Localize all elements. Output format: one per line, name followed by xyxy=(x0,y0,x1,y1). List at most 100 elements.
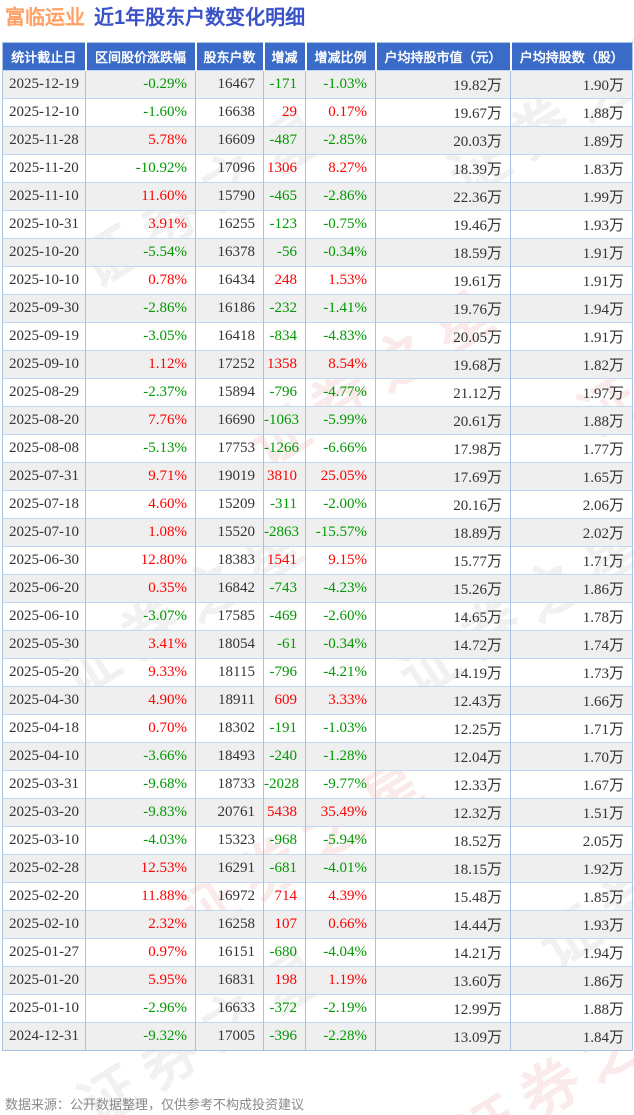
cell-price-change: -0.29% xyxy=(85,70,196,99)
cell-avg-market-value: 17.69万 xyxy=(375,462,511,491)
cell-price-change: -5.13% xyxy=(85,434,196,463)
column-header-5: 户均持股市值（元） xyxy=(375,42,512,71)
cell-avg-market-value: 20.03万 xyxy=(375,126,511,155)
cell-date: 2025-10-20 xyxy=(2,238,86,267)
cell-avg-market-value: 19.67万 xyxy=(375,98,511,127)
table-row: 2025-01-27 0.97% 16151 -680 -4.04% 14.21万 1.94… xyxy=(2,938,633,967)
table-row: 2025-01-10 -2.96% 16633 -372 -2.19% 12.99万 1.8… xyxy=(2,994,633,1023)
cell-avg-market-value: 12.99万 xyxy=(375,994,511,1023)
cell-change: 198 xyxy=(263,966,306,995)
cell-change-ratio: -4.01% xyxy=(305,854,376,883)
cell-price-change: -2.96% xyxy=(85,994,196,1023)
cell-price-change: -4.03% xyxy=(85,826,196,855)
table-row: 2025-02-28 12.53% 16291 -681 -4.01% 18.15万 1.9… xyxy=(2,854,633,883)
cell-date: 2025-02-28 xyxy=(2,854,86,883)
cell-date: 2025-08-29 xyxy=(2,378,86,407)
cell-holder-count: 17753 xyxy=(195,434,264,463)
cell-avg-market-value: 15.77万 xyxy=(375,546,511,575)
table-row: 2025-10-31 3.91% 16255 -123 -0.75% 19.46万 1.93… xyxy=(2,210,633,239)
cell-holder-count: 16972 xyxy=(195,882,264,911)
cell-holder-count: 16638 xyxy=(195,98,264,127)
cell-holder-count: 18115 xyxy=(195,658,264,687)
cell-date: 2025-01-27 xyxy=(2,938,86,967)
cell-avg-shares: 1.94万 xyxy=(510,294,633,323)
cell-change-ratio: -5.94% xyxy=(305,826,376,855)
cell-change-ratio: -1.03% xyxy=(305,714,376,743)
cell-change-ratio: -0.34% xyxy=(305,630,376,659)
cell-avg-market-value: 14.72万 xyxy=(375,630,511,659)
cell-holder-count: 16690 xyxy=(195,406,264,435)
cell-holder-count: 17096 xyxy=(195,154,264,183)
cell-avg-shares: 1.67万 xyxy=(510,770,633,799)
cell-price-change: -2.37% xyxy=(85,378,196,407)
table-row: 2025-09-19 -3.05% 16418 -834 -4.83% 20.05万 1.9… xyxy=(2,322,633,351)
cell-change: -61 xyxy=(263,630,306,659)
table-row: 2025-10-20 -5.54% 16378 -56 -0.34% 18.59万 1.91… xyxy=(2,238,633,267)
cell-avg-shares: 1.66万 xyxy=(510,686,633,715)
cell-change: 1306 xyxy=(263,154,306,183)
cell-avg-market-value: 12.43万 xyxy=(375,686,511,715)
table-row: 2025-09-30 -2.86% 16186 -232 -1.41% 19.76万 1.9… xyxy=(2,294,633,323)
column-header-0: 统计截止日 xyxy=(2,42,87,71)
cell-holder-count: 16831 xyxy=(195,966,264,995)
cell-avg-shares: 1.71万 xyxy=(510,714,633,743)
cell-change-ratio: 35.49% xyxy=(305,798,376,827)
cell-change: 107 xyxy=(263,910,306,939)
cell-avg-market-value: 17.98万 xyxy=(375,434,511,463)
cell-date: 2025-11-10 xyxy=(2,182,86,211)
cell-price-change: 5.78% xyxy=(85,126,196,155)
cell-avg-shares: 1.92万 xyxy=(510,854,633,883)
table-row: 2025-12-10 -1.60% 16638 29 0.17% 19.67万 1.88万 xyxy=(2,98,633,127)
cell-price-change: -3.07% xyxy=(85,602,196,631)
cell-price-change: 5.95% xyxy=(85,966,196,995)
cell-price-change: 12.80% xyxy=(85,546,196,575)
cell-holder-count: 16151 xyxy=(195,938,264,967)
cell-avg-market-value: 19.61万 xyxy=(375,266,511,295)
cell-holder-count: 16378 xyxy=(195,238,264,267)
cell-avg-shares: 1.74万 xyxy=(510,630,633,659)
cell-price-change: -10.92% xyxy=(85,154,196,183)
cell-avg-shares: 1.89万 xyxy=(510,126,633,155)
cell-change: -232 xyxy=(263,294,306,323)
cell-date: 2025-10-31 xyxy=(2,210,86,239)
table-row: 2025-03-20 -9.83% 20761 5438 35.49% 12.32万 1.5… xyxy=(2,798,633,827)
cell-avg-shares: 1.91万 xyxy=(510,266,633,295)
cell-avg-shares: 1.91万 xyxy=(510,238,633,267)
cell-avg-market-value: 14.44万 xyxy=(375,910,511,939)
column-header-3: 增减 xyxy=(263,42,307,71)
cell-change-ratio: 4.39% xyxy=(305,882,376,911)
table-row: 2025-02-20 11.88% 16972 714 4.39% 15.48万 1.85万 xyxy=(2,882,633,911)
cell-date: 2025-11-28 xyxy=(2,126,86,155)
cell-change-ratio: -4.83% xyxy=(305,322,376,351)
cell-change: -834 xyxy=(263,322,306,351)
cell-date: 2025-03-31 xyxy=(2,770,86,799)
cell-date: 2025-03-20 xyxy=(2,798,86,827)
cell-price-change: 0.70% xyxy=(85,714,196,743)
cell-avg-market-value: 12.25万 xyxy=(375,714,511,743)
cell-avg-market-value: 13.09万 xyxy=(375,1022,511,1051)
cell-date: 2025-01-20 xyxy=(2,966,86,995)
cell-price-change: -9.32% xyxy=(85,1022,196,1051)
cell-price-change: 2.32% xyxy=(85,910,196,939)
cell-avg-market-value: 19.82万 xyxy=(375,70,511,99)
cell-avg-market-value: 15.48万 xyxy=(375,882,511,911)
header-row: 统计截止日 区间股价涨跌幅 股东户数 增减 增减比例 户均持股市值（元） 户均持股数（股） xyxy=(2,42,633,71)
table-row: 2024-12-31 -9.32% 17005 -396 -2.28% 13.09万 1.8… xyxy=(2,1022,633,1051)
cell-price-change: 9.33% xyxy=(85,658,196,687)
cell-price-change: 0.78% xyxy=(85,266,196,295)
cell-change-ratio: -4.04% xyxy=(305,938,376,967)
cell-change-ratio: -1.03% xyxy=(305,70,376,99)
cell-date: 2025-09-30 xyxy=(2,294,86,323)
cell-date: 2025-07-31 xyxy=(2,462,86,491)
cell-change: 1358 xyxy=(263,350,306,379)
table-row: 2025-09-10 1.12% 17252 1358 8.54% 19.68万 1.82万 xyxy=(2,350,633,379)
table-row: 2025-08-20 7.76% 16690 -1063 -5.99% 20.61万 1.8… xyxy=(2,406,633,435)
cell-date: 2025-11-20 xyxy=(2,154,86,183)
cell-avg-shares: 1.93万 xyxy=(510,910,633,939)
title-text: 近1年股东户数变化明细 xyxy=(94,7,306,29)
cell-change: 29 xyxy=(263,98,306,127)
cell-date: 2025-04-18 xyxy=(2,714,86,743)
table-row: 2025-04-10 -3.66% 18493 -240 -1.28% 12.04万 1.7… xyxy=(2,742,633,771)
table-body: 2025-12-19 -0.29% 16467 -171 -1.03% 19.82万 1.9… xyxy=(2,70,633,1051)
cell-holder-count: 18054 xyxy=(195,630,264,659)
